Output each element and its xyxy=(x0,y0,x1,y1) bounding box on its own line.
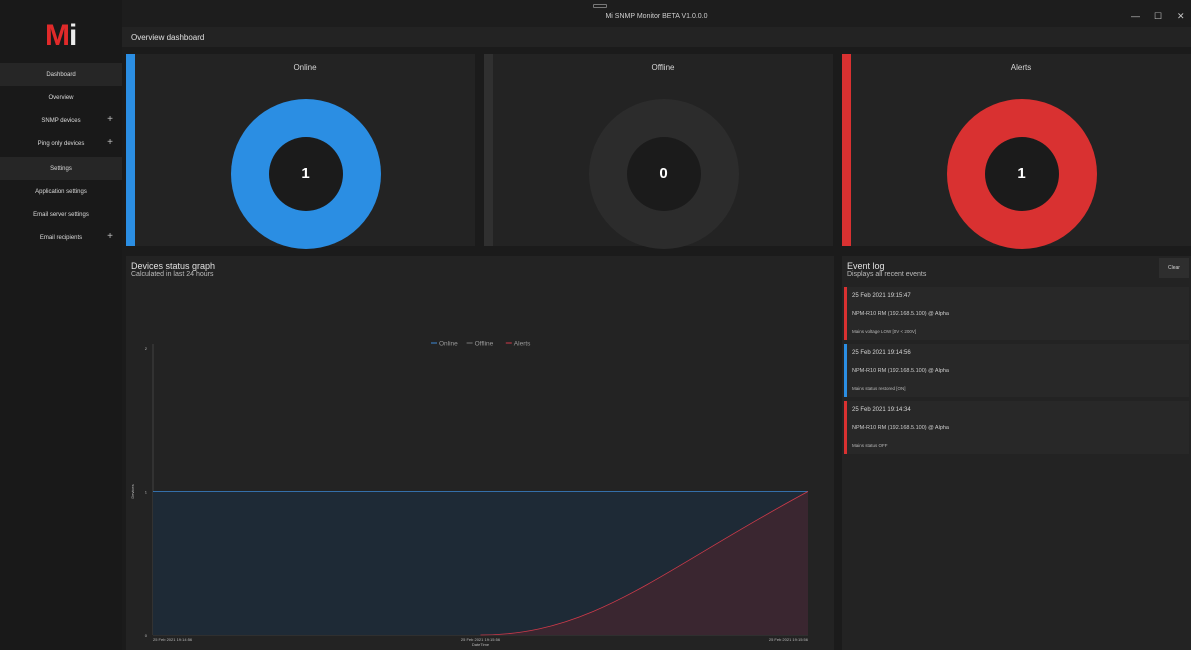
offline-card: Offline 0 xyxy=(484,54,833,249)
alerts-count: 1 xyxy=(1017,165,1026,182)
event-device: NPM-R10 RM (192.168.5.100) @ Alpha xyxy=(852,368,949,374)
devices-status-chart[interactable]: 0 1 2 Devices 25 Feb 2021 19:14:56 25 Feb 202… xyxy=(126,256,834,650)
event-item[interactable]: 25 Feb 2021 19:14:34 NPM-R10 RM (192.168… xyxy=(844,401,1189,454)
page-title: Overview dashboard xyxy=(131,33,205,42)
online-count: 1 xyxy=(301,165,310,182)
event-device: NPM-R10 RM (192.168.5.100) @ Alpha xyxy=(852,425,949,431)
online-card: Online 1 xyxy=(126,54,475,249)
event-device: NPM-R10 RM (192.168.5.100) @ Alpha xyxy=(852,311,949,317)
alerts-accent-bar xyxy=(842,54,851,246)
event-log-title: Event log xyxy=(847,261,885,271)
app-window: Mi Dashboard Overview SNMP devices + Ping… xyxy=(0,0,1191,650)
app-logo: Mi xyxy=(45,19,77,52)
event-log-subtitle: Displays all recent events xyxy=(847,271,927,278)
legend-label-alerts: Alerts xyxy=(514,341,531,348)
event-severity-bar xyxy=(844,287,847,340)
clear-events-button[interactable]: Clear xyxy=(1159,258,1189,278)
sidebar-section-settings[interactable]: Settings xyxy=(0,157,122,180)
sidebar-item-snmp-devices[interactable]: SNMP devices + xyxy=(0,109,122,132)
sidebar-item-label: Application settings xyxy=(35,188,87,195)
y-tick-label: 2 xyxy=(145,346,148,351)
x-tick-label: 25 Feb 2021 19:15:56 xyxy=(769,637,809,642)
event-timestamp: 25 Feb 2021 19:15:47 xyxy=(852,293,911,299)
event-severity-bar xyxy=(844,401,847,454)
alerts-card-label: Alerts xyxy=(1010,63,1032,72)
online-card-label: Online xyxy=(293,63,317,72)
page-header: Overview dashboard xyxy=(122,27,1191,47)
y-tick-label: 0 xyxy=(145,633,148,638)
online-accent-bar xyxy=(126,54,135,246)
add-ping-device-icon[interactable]: + xyxy=(107,137,113,148)
legend-label-offline: Offline xyxy=(475,341,494,348)
event-timestamp: 25 Feb 2021 19:14:34 xyxy=(852,407,911,413)
event-log-panel: Event log Displays all recent events Cle… xyxy=(842,256,1191,650)
offline-donut-chart: 0 xyxy=(588,99,739,249)
sidebar-item-overview[interactable]: Overview xyxy=(0,86,122,109)
alerts-donut-chart: 1 xyxy=(946,99,1097,249)
sidebar-item-ping-only-devices[interactable]: Ping only devices + xyxy=(0,132,122,155)
x-tick-label: 25 Feb 2021 19:14:56 xyxy=(153,637,193,642)
offline-accent-bar xyxy=(484,54,493,246)
sidebar-item-email-server-settings[interactable]: Email server settings xyxy=(0,203,122,226)
alerts-card: Alerts 1 xyxy=(842,54,1191,249)
maximize-button[interactable]: ☐ xyxy=(1154,11,1162,22)
sidebar-item-application-settings[interactable]: Application settings xyxy=(0,180,122,203)
window-title: Mi SNMP Monitor BETA V1.0.0.0 xyxy=(605,13,708,20)
sidebar: Mi Dashboard Overview SNMP devices + Ping… xyxy=(0,0,122,650)
y-axis-label: Devices xyxy=(130,484,135,498)
sidebar-item-label: Dashboard xyxy=(46,71,76,78)
event-message: Mains voltage LOW [0V < 200V] xyxy=(852,329,917,334)
add-email-recipient-icon[interactable]: + xyxy=(107,231,113,242)
event-item[interactable]: 25 Feb 2021 19:14:56 NPM-R10 RM (192.168… xyxy=(844,344,1189,397)
close-button[interactable]: ✕ xyxy=(1177,11,1185,22)
sidebar-item-label: Ping only devices xyxy=(37,140,85,147)
sidebar-item-email-recipients[interactable]: Email recipients + xyxy=(0,226,122,249)
add-snmp-device-icon[interactable]: + xyxy=(107,114,113,125)
event-message: Mains status restored [ON] xyxy=(852,386,906,391)
event-severity-bar xyxy=(844,344,847,397)
offline-card-label: Offline xyxy=(651,63,675,72)
drag-handle-icon[interactable] xyxy=(593,4,607,8)
sidebar-item-label: Settings xyxy=(50,165,72,172)
sidebar-section-dashboard[interactable]: Dashboard xyxy=(0,63,122,86)
sidebar-item-label: Email recipients xyxy=(39,234,83,241)
legend-label-online: Online xyxy=(439,341,458,348)
online-donut-chart: 1 xyxy=(230,99,381,249)
sidebar-item-label: Overview xyxy=(48,94,74,101)
event-timestamp: 25 Feb 2021 19:14:56 xyxy=(852,350,911,356)
y-tick-label: 1 xyxy=(145,490,148,495)
event-item[interactable]: 25 Feb 2021 19:15:47 NPM-R10 RM (192.168… xyxy=(844,287,1189,340)
devices-status-graph-panel: Devices status graph Calculated in last … xyxy=(126,256,834,650)
offline-count: 0 xyxy=(659,165,668,182)
sidebar-item-label: SNMP devices xyxy=(41,117,81,124)
event-message: Mains status OFF xyxy=(852,443,888,448)
title-bar[interactable]: Mi SNMP Monitor BETA V1.0.0.0 — ☐ ✕ xyxy=(122,0,1191,27)
x-axis-label: DateTime xyxy=(472,642,490,647)
minimize-button[interactable]: — xyxy=(1131,11,1140,21)
sidebar-item-label: Email server settings xyxy=(33,211,89,218)
